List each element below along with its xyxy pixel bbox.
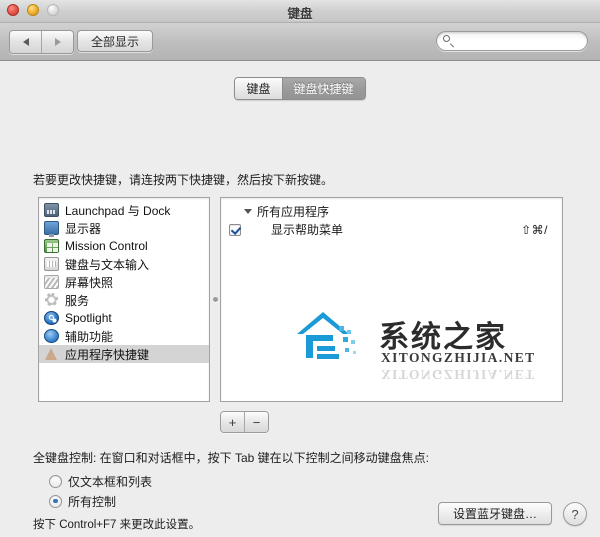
shortcut-name: 显示帮助菜单 — [271, 223, 344, 237]
list-edit-buttons: + − — [220, 411, 269, 433]
category-row-keyboard-text-input[interactable]: 键盘与文本输入 — [39, 255, 209, 273]
search-icon — [443, 35, 455, 47]
preference-pane: 键盘 键盘快捷键 若要更改快捷键，请连按两下快捷键，然后按下新按键。 Launc… — [0, 61, 600, 537]
category-label: 辅助功能 — [65, 329, 114, 344]
tab-bar: 键盘 键盘快捷键 — [0, 77, 600, 100]
toolbar: 全部显示 — [0, 23, 600, 61]
window-title: 键盘 — [287, 7, 313, 21]
remove-shortcut-button[interactable]: − — [244, 412, 268, 432]
search-input[interactable] — [459, 34, 583, 48]
app-shortcuts-icon — [44, 347, 59, 361]
watermark-reflection-text: XITONGZHIJIA.NET — [381, 367, 536, 382]
shortcut-enabled-checkbox[interactable] — [229, 223, 241, 236]
shortcut-list-pane: 所有应用程序 显示帮助菜单 ⇧⌘/ 系统之家 XITONGZHIJIA.NET … — [220, 197, 563, 402]
setup-bluetooth-keyboard-button[interactable]: 设置蓝牙键盘… — [437, 502, 552, 525]
radio-button-icon[interactable] — [49, 494, 62, 508]
split-view: Launchpad 与 Dock 显示器 Mission Control 键盘与… — [38, 197, 563, 402]
radio-button-icon[interactable] — [49, 474, 62, 488]
category-row-screenshots[interactable]: 屏幕快照 — [39, 273, 209, 291]
help-button[interactable]: ? — [563, 502, 587, 526]
preferences-window: 键盘 全部显示 键盘 键盘快捷键 若要更改快捷键，请连按两下快捷键，然后按下新按 — [0, 0, 600, 537]
mission-control-icon — [44, 239, 59, 253]
full-keyboard-control-note: 按下 Control+F7 来更改此设置。 — [33, 519, 201, 531]
radio-all-controls[interactable]: 所有控制 — [49, 491, 152, 511]
full-keyboard-control-options: 仅文本框和列表 所有控制 — [49, 471, 152, 511]
instruction-text: 若要更改快捷键，请连按两下快捷键，然后按下新按键。 — [33, 173, 334, 187]
category-label: 应用程序快捷键 — [65, 347, 150, 362]
category-row-displays[interactable]: 显示器 — [39, 219, 209, 237]
full-keyboard-control-label: 全键盘控制: 在窗口和对话框中，按下 Tab 键在以下控制之间移动键盘焦点: — [33, 451, 430, 465]
navigation-buttons — [9, 30, 74, 54]
screenshot-icon — [44, 275, 59, 289]
category-row-spotlight[interactable]: Spotlight — [39, 309, 209, 327]
category-label: Spotlight — [65, 311, 112, 325]
window-titlebar: 键盘 — [0, 0, 600, 23]
radio-label: 仅文本框和列表 — [68, 474, 153, 489]
keyboard-icon — [44, 257, 59, 271]
category-label: 键盘与文本输入 — [65, 257, 150, 272]
add-shortcut-button[interactable]: + — [221, 412, 244, 432]
watermark-chinese-text: 系统之家 — [379, 320, 507, 355]
shortcut-row[interactable]: 显示帮助菜单 ⇧⌘/ — [221, 220, 562, 239]
category-row-accessibility[interactable]: 辅助功能 — [39, 327, 209, 345]
shortcut-group-all-applications[interactable]: 所有应用程序 — [221, 203, 562, 220]
radio-label: 所有控制 — [68, 494, 117, 509]
spotlight-icon — [44, 311, 59, 325]
category-label: Launchpad 与 Dock — [65, 203, 171, 218]
category-list-pane: Launchpad 与 Dock 显示器 Mission Control 键盘与… — [38, 197, 210, 402]
category-row-services[interactable]: 服务 — [39, 291, 209, 309]
launchpad-icon — [44, 203, 59, 217]
category-row-mission-control[interactable]: Mission Control — [39, 237, 209, 255]
back-button[interactable] — [10, 31, 41, 53]
splitter-grip-icon — [212, 297, 218, 302]
category-label: Mission Control — [65, 239, 148, 253]
tab-keyboard-shortcuts[interactable]: 键盘快捷键 — [281, 78, 365, 99]
chevron-down-icon[interactable] — [244, 209, 252, 214]
forward-button[interactable] — [41, 31, 73, 53]
services-icon — [44, 293, 59, 307]
category-label: 服务 — [65, 293, 90, 308]
watermark-logo: 系统之家 XITONGZHIJIA.NET XITONGZHIJIA.NET — [293, 306, 536, 382]
category-list: Launchpad 与 Dock 显示器 Mission Control 键盘与… — [39, 198, 209, 363]
pane-splitter[interactable] — [211, 197, 219, 402]
shortcut-group-label: 所有应用程序 — [257, 205, 330, 219]
accessibility-icon — [44, 329, 59, 343]
chevron-right-icon — [54, 38, 61, 46]
category-row-launchpad-dock[interactable]: Launchpad 与 Dock — [39, 201, 209, 219]
house-logo-icon — [297, 312, 356, 359]
category-label: 显示器 — [65, 221, 102, 236]
category-row-app-shortcuts[interactable]: 应用程序快捷键 — [39, 345, 209, 363]
tab-keyboard[interactable]: 键盘 — [235, 78, 282, 99]
shortcut-keys[interactable]: ⇧⌘/ — [521, 223, 548, 237]
search-field[interactable] — [436, 31, 588, 51]
radio-text-boxes-and-lists[interactable]: 仅文本框和列表 — [49, 471, 152, 491]
chevron-left-icon — [22, 38, 29, 46]
category-label: 屏幕快照 — [65, 275, 114, 290]
shortcut-tree: 所有应用程序 显示帮助菜单 ⇧⌘/ — [221, 198, 562, 239]
display-icon — [44, 221, 59, 237]
show-all-button[interactable]: 全部显示 — [77, 30, 153, 52]
watermark-english-text: XITONGZHIJIA.NET — [381, 350, 536, 365]
